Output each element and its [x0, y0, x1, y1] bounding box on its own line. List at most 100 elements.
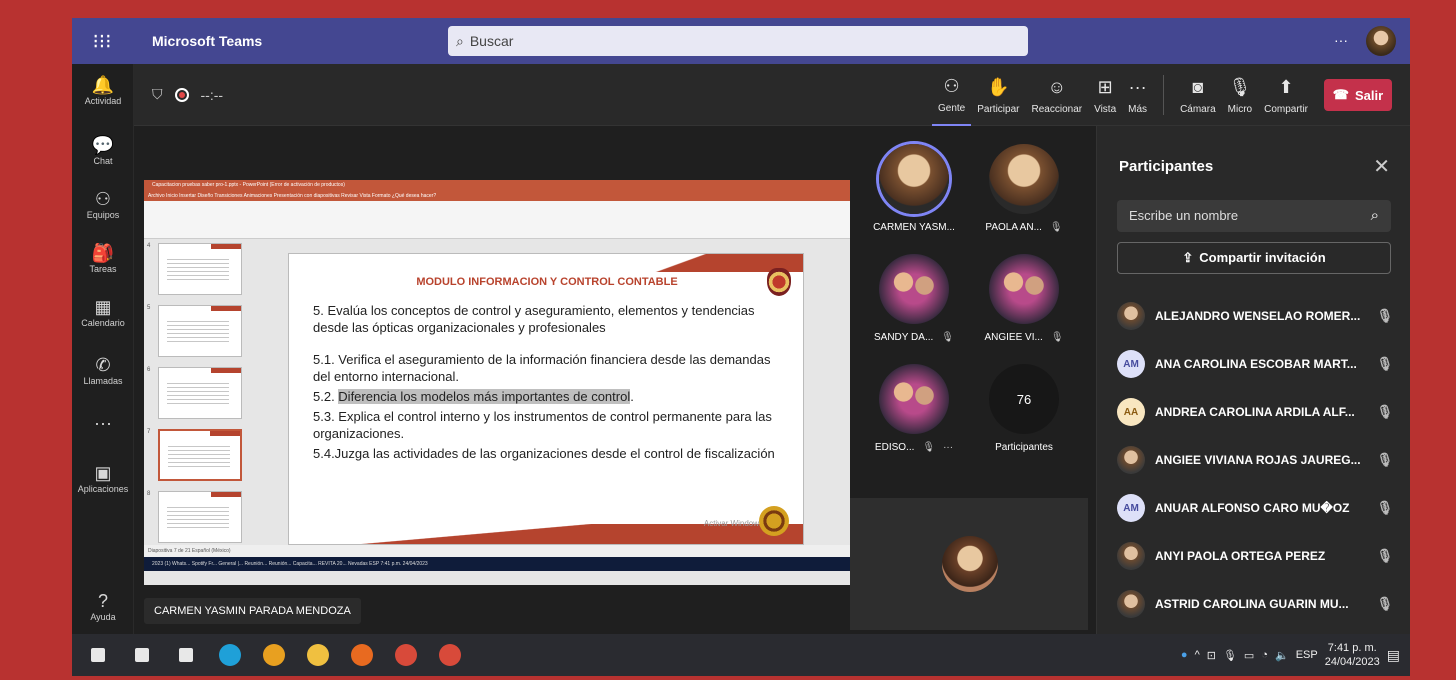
- rail-more[interactable]: ···: [72, 412, 134, 434]
- mic-off-icon: 🎙: [1376, 500, 1393, 515]
- avatar: [879, 254, 949, 324]
- slide-line: 5.3. Explica el control interno y los in…: [313, 409, 772, 441]
- chrome-profile-icon[interactable]: [384, 634, 428, 676]
- overflow-tile[interactable]: 76 Participantes: [964, 364, 1084, 453]
- participant-row[interactable]: AM ANUAR ALFONSO CARO MU�OZ 🎙: [1117, 484, 1407, 532]
- rail-tasks[interactable]: 🎒 Tareas: [72, 242, 134, 274]
- windows-start-icon[interactable]: [76, 634, 120, 676]
- chrome-icon[interactable]: [252, 634, 296, 676]
- participant-row[interactable]: AM ANA CAROLINA ESCOBAR MART... 🎙: [1117, 340, 1407, 388]
- participant-name: ANDREA CAROLINA ARDILA ALF...: [1155, 405, 1355, 419]
- rail-calls[interactable]: ✆ Llamadas: [72, 354, 134, 386]
- close-icon[interactable]: ✕: [1373, 154, 1390, 179]
- mic-button[interactable]: 🎙 Micro: [1222, 64, 1258, 126]
- meeting-controls-bar: ⛉ --:-- ⚇ Gente ✋ Participar ☺ Reaccionar ⊞…: [134, 64, 1410, 126]
- file-explorer-icon[interactable]: [296, 634, 340, 676]
- system-tray: ● ^ ⊡ 🎙 ▭ ◔ 🔈 ESP 7:41 p. m. 24/04/2023 …: [1181, 634, 1410, 676]
- slide-thumbnail: [158, 243, 242, 295]
- participant-tile[interactable]: PAOLA AN... 🎙: [964, 144, 1084, 233]
- search-icon[interactable]: [120, 634, 164, 676]
- notification-icon[interactable]: ▤: [1387, 647, 1400, 664]
- btn-label: Participar: [977, 103, 1020, 115]
- participant-tile[interactable]: ANGIEE VI... 🎙: [964, 254, 1084, 343]
- participant-row[interactable]: AA ANDREA CAROLINA ARDILA ALF... 🎙: [1117, 388, 1407, 436]
- rail-apps[interactable]: ▣ Aplicaciones: [72, 462, 134, 494]
- raise-hand-button[interactable]: ✋ Participar: [971, 64, 1025, 126]
- volume-icon[interactable]: 🔈: [1275, 649, 1289, 662]
- participant-search-input[interactable]: Escribe un nombre ⌕: [1117, 200, 1391, 232]
- rail-chat[interactable]: 💬 Chat: [72, 134, 134, 166]
- rail-activity[interactable]: 🔔 Actividad: [72, 74, 134, 106]
- battery-icon: ▭: [1243, 649, 1255, 662]
- avatar: [1117, 542, 1145, 570]
- participant-row[interactable]: ASTRID CAROLINA GUARIN MU... 🎙: [1117, 580, 1407, 628]
- mic-icon: 🎙: [1222, 649, 1237, 662]
- more-icon[interactable]: ···: [943, 442, 953, 453]
- shared-powerpoint: Capacitacion pruebas saber pro-1.pptx - …: [144, 180, 850, 585]
- share-button[interactable]: ⬆ Compartir: [1258, 64, 1314, 126]
- people-button[interactable]: ⚇ Gente: [932, 64, 972, 126]
- help-icon: ?: [97, 591, 108, 611]
- meeting-buttons: ⚇ Gente ✋ Participar ☺ Reaccionar ⊞ Vista ··…: [932, 64, 1410, 126]
- profile-avatar[interactable]: [1366, 26, 1396, 56]
- chrome-profile-icon-glyph: [439, 644, 461, 666]
- leave-button[interactable]: ☎ Salir: [1324, 79, 1392, 111]
- rail-label: Llamadas: [83, 376, 123, 386]
- participant-row[interactable]: ALEJANDRO WENSELAO ROMER... 🎙: [1117, 292, 1407, 340]
- help-icon[interactable]: ●: [1181, 649, 1188, 661]
- view-icon: ⊞: [1097, 76, 1113, 97]
- network-icon: ⊡: [1206, 649, 1216, 662]
- windows-taskbar: ● ^ ⊡ 🎙 ▭ ◔ 🔈 ESP 7:41 p. m. 24/04/2023 …: [72, 634, 1410, 676]
- search-box[interactable]: ⌕ Buscar: [448, 26, 1028, 56]
- app-launcher-icon[interactable]: ⁝⁝⁝: [72, 18, 132, 64]
- ppt-window-title: Capacitacion pruebas saber pro-1.pptx - …: [144, 180, 850, 191]
- search-placeholder: Buscar: [469, 33, 514, 49]
- rail-help[interactable]: ? Ayuda: [72, 590, 134, 622]
- mic-off-icon: 🎙: [1376, 404, 1393, 419]
- slide-title: MODULO INFORMACION Y CONTROL CONTABLE: [416, 276, 678, 288]
- share-invite-button[interactable]: ⇪ Compartir invitación: [1117, 242, 1391, 274]
- rail-calendar[interactable]: ▦ Calendario: [72, 296, 134, 328]
- mic-off-icon: 🎙: [1376, 548, 1393, 563]
- slide-body: 5. Evalúa los conceptos de control y ase…: [313, 302, 783, 465]
- calendar-icon: ▦: [94, 297, 112, 317]
- participant-tile[interactable]: SANDY DA... 🎙: [854, 254, 974, 343]
- chrome-profile-icon[interactable]: [428, 634, 472, 676]
- clock[interactable]: 7:41 p. m. 24/04/2023: [1325, 641, 1380, 669]
- meeting-timer: --:--: [200, 86, 224, 103]
- firefox-icon[interactable]: [340, 634, 384, 676]
- share-icon: ⬆: [1278, 76, 1294, 97]
- react-button[interactable]: ☺ Reaccionar: [1026, 64, 1089, 126]
- search-icon: ⌕: [456, 32, 464, 49]
- view-button[interactable]: ⊞ Vista: [1088, 64, 1122, 126]
- wifi-icon: ◔: [1261, 649, 1268, 661]
- participant-row[interactable]: ANGIEE VIVIANA ROJAS JAUREG... 🎙: [1117, 436, 1407, 484]
- thumb-number: 8: [147, 491, 151, 497]
- more-actions-button[interactable]: ··· Más: [1122, 64, 1153, 126]
- slide-thumbnail-selected: [158, 429, 242, 481]
- overflow-count: 76: [989, 364, 1059, 434]
- camera-button[interactable]: ◙ Cámara: [1174, 64, 1222, 126]
- language-indicator[interactable]: ESP: [1296, 649, 1318, 661]
- mic-off-icon: 🎙: [922, 442, 936, 453]
- participant-tile[interactable]: CARMEN YASM...: [854, 144, 974, 233]
- shared-screen: Capacitacion pruebas saber pro-1.pptx - …: [134, 126, 850, 634]
- avatar: AM: [1117, 350, 1145, 378]
- edge-icon[interactable]: [208, 634, 252, 676]
- slide-thumbnail: [158, 491, 242, 543]
- participant-row[interactable]: ANYI PAOLA ORTEGA PEREZ 🎙: [1117, 532, 1407, 580]
- more-icon: ···: [94, 413, 112, 433]
- chevron-up-icon[interactable]: ^: [1195, 649, 1200, 661]
- participant-name: PAOLA AN...: [985, 222, 1042, 233]
- thumb-number: 7: [147, 429, 151, 435]
- task-view-icon[interactable]: [164, 634, 208, 676]
- mic-off-icon: 🎙: [1376, 596, 1393, 611]
- task-view-icon-glyph: [179, 648, 193, 662]
- bell-icon: 🔔: [91, 75, 115, 95]
- participant-tile[interactable]: EDISO... 🎙 ···: [854, 364, 974, 453]
- firefox-icon-glyph: [351, 644, 373, 666]
- ppt-status-bar: Diapositiva 7 de 21 Español (México): [144, 545, 850, 557]
- rail-label: Tareas: [89, 264, 117, 274]
- settings-more-button[interactable]: ···: [1334, 32, 1348, 48]
- rail-teams[interactable]: ⚇ Equipos: [72, 188, 134, 220]
